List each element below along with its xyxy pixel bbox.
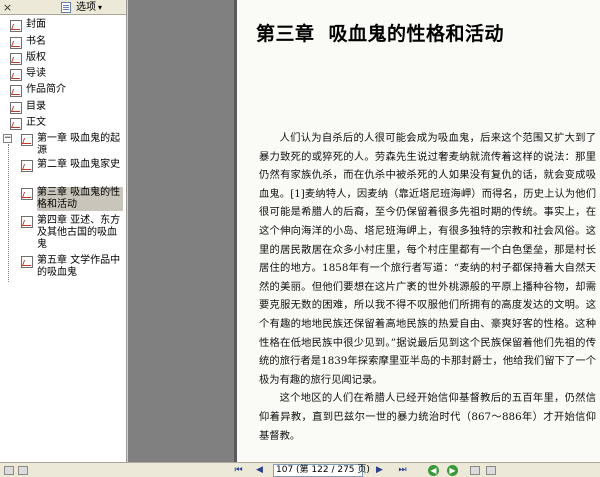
bookmark-label: 第四章 亚述、东方及其他古国的吸血鬼 xyxy=(37,215,121,250)
collapse-toggle-icon[interactable]: − xyxy=(3,134,12,143)
tree-connector xyxy=(8,144,9,282)
chapter-body: 人们认为自杀后的人很可能会成为吸血鬼，后来这个范围又扩大到了暴力致死的或猝死的人… xyxy=(259,129,596,445)
bookmark-item-cover[interactable]: 封面 xyxy=(10,19,46,32)
bookmark-item-main-text[interactable]: 正文 xyxy=(10,117,46,130)
chevron-down-icon: ▾ xyxy=(98,3,103,12)
bookmark-item-chapter-4[interactable]: 第四章 亚述、东方及其他古国的吸血鬼 xyxy=(21,215,123,251)
bookmark-page-icon xyxy=(21,188,33,200)
bookmark-label: 第三章 吸血鬼的性格和活动 xyxy=(37,187,123,211)
bookmark-label: 第二章 吸血鬼家史 xyxy=(37,159,121,170)
bookmark-page-icon xyxy=(21,256,33,268)
bookmark-page-icon xyxy=(21,216,33,228)
bookmark-item-summary[interactable]: 作品简介 xyxy=(10,84,66,97)
bookmark-label: 作品简介 xyxy=(26,84,66,95)
bookmark-label: 导读 xyxy=(26,68,46,79)
previous-page-button[interactable]: ◀ xyxy=(254,465,265,476)
page-navigation-bar: ⏮ ◀ 107 (第 122 / 275 页) ▶ ⏭ ◀ ▶ xyxy=(0,462,600,477)
bookmark-item-chapter-5[interactable]: 第五章 文学作品中的吸血鬼 xyxy=(21,255,123,279)
bookmark-item-chapter-3[interactable]: 第三章 吸血鬼的性格和活动 xyxy=(21,187,123,211)
bookmark-page-icon xyxy=(10,20,22,32)
window-icon[interactable] xyxy=(4,466,14,475)
bookmarks-toolbar: × 选项 ▾ xyxy=(0,0,126,15)
go-forward-button[interactable]: ▶ xyxy=(447,465,458,476)
bookmark-label: 目录 xyxy=(26,101,46,112)
bookmark-item-contents[interactable]: 目录 xyxy=(10,101,46,114)
bookmark-tree: 封面 书名 版权 导读 作品简介 目录 − 正文 第一章 吸血鬼的起源 第二章 … xyxy=(0,16,126,463)
bookmark-page-icon xyxy=(10,85,22,97)
go-back-button[interactable]: ◀ xyxy=(428,465,439,476)
bookmark-label: 封面 xyxy=(26,19,46,30)
paragraph-1: 人们认为自杀后的人很可能会成为吸血鬼，后来这个范围又扩大到了暴力致死的或猝死的人… xyxy=(259,132,596,386)
first-page-button[interactable]: ⏮ xyxy=(233,465,244,476)
options-label: 选项 xyxy=(76,2,96,13)
document-page: 第三章 吸血鬼的性格和活动 人们认为自杀后的人很可能会成为吸血鬼，后来这个范围又扩… xyxy=(237,0,600,462)
bookmark-page-icon xyxy=(10,69,22,81)
chapter-name: 吸血鬼的性格和活动 xyxy=(328,23,505,45)
options-menu-button[interactable]: 选项 ▾ xyxy=(76,1,102,14)
page-number-field[interactable]: 107 (第 122 / 275 页) xyxy=(273,464,370,477)
bookmark-options-icon[interactable] xyxy=(61,2,71,13)
bookmark-page-icon xyxy=(10,37,22,49)
window-icon[interactable] xyxy=(18,466,28,475)
bookmark-page-icon xyxy=(21,134,33,146)
close-icon[interactable]: × xyxy=(2,2,13,13)
bookmark-item-title-page[interactable]: 书名 xyxy=(10,36,46,49)
bookmarks-panel: × 选项 ▾ 封面 书名 版权 导读 作品简介 目录 − 正文 第一章 吸血鬼的… xyxy=(0,0,127,477)
chapter-title: 第三章 吸血鬼的性格和活动 xyxy=(256,19,596,46)
bookmark-label: 版权 xyxy=(26,52,46,63)
bookmark-page-icon xyxy=(10,118,22,130)
view-icon[interactable] xyxy=(486,466,496,475)
bookmark-label: 第一章 吸血鬼的起源 xyxy=(37,133,121,156)
bookmark-item-chapter-2[interactable]: 第二章 吸血鬼家史 xyxy=(21,159,123,172)
paragraph-2: 这个地区的人们在希腊人已经开始信仰基督教后的五百年里，仍然信仰着异教，直到巴兹尔… xyxy=(259,392,596,442)
view-icon[interactable] xyxy=(470,466,480,475)
document-viewport[interactable]: 第三章 吸血鬼的性格和活动 人们认为自杀后的人很可能会成为吸血鬼，后来这个范围又扩… xyxy=(128,0,600,462)
next-page-button[interactable]: ▶ xyxy=(374,465,385,476)
bookmark-item-copyright[interactable]: 版权 xyxy=(10,52,46,65)
last-page-button[interactable]: ⏭ xyxy=(397,465,408,476)
bookmark-page-icon xyxy=(21,160,33,172)
chapter-number: 第三章 xyxy=(256,23,315,45)
bookmark-label: 书名 xyxy=(26,36,46,47)
bookmark-item-chapter-1[interactable]: 第一章 吸血鬼的起源 xyxy=(21,133,123,157)
bookmark-page-icon xyxy=(10,102,22,114)
bookmark-page-icon xyxy=(10,53,22,65)
bookmark-item-guide[interactable]: 导读 xyxy=(10,68,46,81)
bookmark-label: 正文 xyxy=(26,117,46,128)
bookmark-label: 第五章 文学作品中的吸血鬼 xyxy=(37,255,121,278)
